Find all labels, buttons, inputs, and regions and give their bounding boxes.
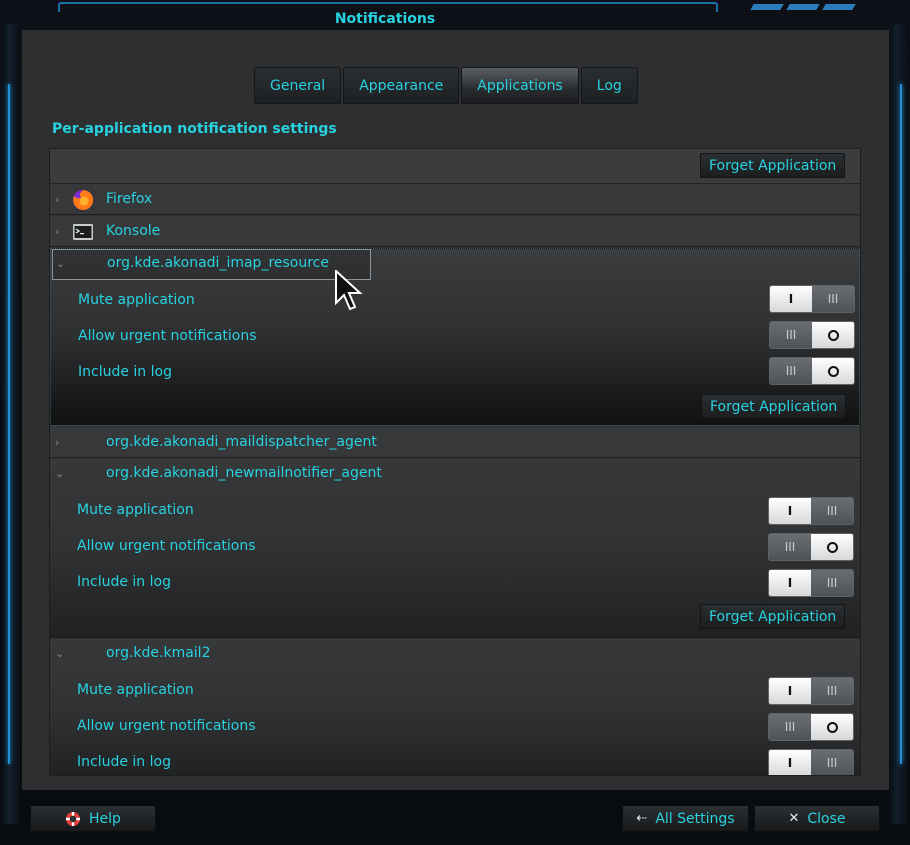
app-name: org.kde.akonadi_imap_resource — [107, 255, 329, 271]
mute-toggle[interactable]: I III — [768, 677, 854, 705]
window-title: Notifications — [334, 11, 436, 27]
log-label: Include in log — [78, 364, 172, 380]
urgent-toggle[interactable]: III — [768, 713, 854, 741]
log-label: Include in log — [77, 574, 171, 590]
frame-left-edge — [2, 24, 20, 824]
help-lifebuoy-icon — [66, 811, 81, 826]
application-list[interactable]: Forget Application › Firefox › Konsole ⌄… — [49, 148, 861, 776]
tab-log[interactable]: Log — [580, 67, 638, 104]
app-name: Konsole — [106, 223, 161, 239]
mute-label: Mute application — [77, 502, 194, 518]
all-settings-label: All Settings — [655, 810, 735, 827]
log-label: Include in log — [77, 754, 171, 770]
chevron-down-icon: ⌄ — [55, 467, 65, 480]
back-arrow-icon: ⇠ — [636, 811, 648, 826]
chevron-down-icon: ⌄ — [55, 647, 65, 660]
forget-application-button[interactable]: Forget Application — [700, 604, 846, 629]
app-name: Firefox — [106, 191, 153, 207]
app-group-kmail2: ⌄ org.kde.kmail2 Mute application I III A… — [50, 639, 860, 775]
list-header: Forget Application — [50, 149, 860, 184]
help-button[interactable]: Help — [30, 805, 156, 832]
app-row-konsole[interactable]: › Konsole — [50, 216, 860, 247]
mute-label: Mute application — [77, 682, 194, 698]
close-icon: ✕ — [788, 811, 800, 826]
chevron-right-icon: › — [55, 435, 60, 449]
tab-appearance[interactable]: Appearance — [343, 67, 460, 104]
close-button[interactable]: ✕ Close — [754, 805, 880, 832]
tab-applications[interactable]: Applications — [461, 67, 579, 104]
mute-toggle[interactable]: I III — [769, 285, 855, 313]
app-row-akonadi-maildispatcher[interactable]: › org.kde.akonadi_maildispatcher_agent — [50, 427, 860, 458]
app-row-firefox[interactable]: › Firefox — [50, 184, 860, 215]
all-settings-button[interactable]: ⇠ All Settings — [622, 805, 749, 832]
mute-toggle[interactable]: I III — [768, 497, 854, 525]
app-group-akonadi-imap: ⌄ org.kde.akonadi_imap_resource Mute app… — [50, 248, 860, 426]
chevron-right-icon: › — [55, 192, 60, 206]
urgent-toggle[interactable]: III — [768, 533, 854, 561]
tab-bar: General Appearance Applications Log — [254, 67, 640, 104]
app-name: org.kde.kmail2 — [106, 645, 211, 661]
urgent-label: Allow urgent notifications — [78, 328, 257, 344]
forget-application-button[interactable]: Forget Application — [700, 153, 846, 178]
chevron-right-icon: › — [55, 224, 60, 238]
log-toggle[interactable]: III — [769, 357, 855, 385]
log-toggle[interactable]: I III — [768, 749, 854, 775]
app-name: org.kde.akonadi_newmailnotifier_agent — [106, 465, 382, 481]
urgent-label: Allow urgent notifications — [77, 718, 256, 734]
log-toggle[interactable]: I III — [768, 569, 854, 597]
tab-general[interactable]: General — [254, 67, 342, 104]
app-group-akonadi-newmailnotifier: ⌄ org.kde.akonadi_newmailnotifier_agent … — [50, 459, 860, 638]
firefox-icon — [73, 189, 94, 210]
frame-right-edge — [890, 24, 908, 824]
chevron-down-icon: ⌄ — [56, 257, 66, 270]
konsole-icon — [73, 224, 93, 240]
forget-application-button[interactable]: Forget Application — [701, 394, 847, 419]
urgent-label: Allow urgent notifications — [77, 538, 256, 554]
app-name: org.kde.akonadi_maildispatcher_agent — [106, 434, 377, 450]
mouse-cursor-icon — [335, 270, 363, 311]
help-label: Help — [89, 810, 121, 827]
titlebar-buttons[interactable] — [750, 4, 856, 10]
urgent-toggle[interactable]: III — [769, 321, 855, 349]
section-title: Per-application notification settings — [52, 121, 337, 137]
close-label: Close — [807, 810, 846, 827]
mute-label: Mute application — [78, 292, 195, 308]
